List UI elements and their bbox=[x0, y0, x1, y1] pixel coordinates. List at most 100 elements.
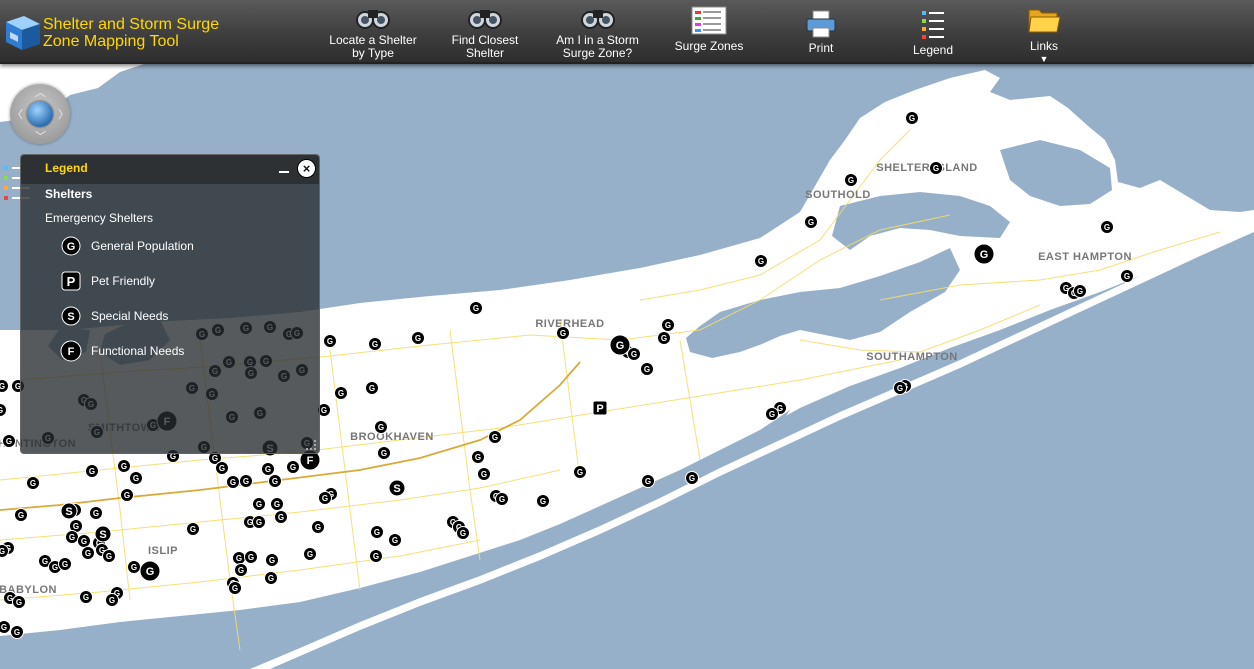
general-population-shelter-marker[interactable]: G bbox=[369, 549, 383, 563]
general-population-shelter-marker[interactable]: G bbox=[374, 420, 388, 434]
general-population-shelter-marker[interactable]: G bbox=[264, 571, 278, 585]
general-population-shelter-marker[interactable]: G bbox=[85, 464, 99, 478]
general-population-shelter-marker[interactable]: G bbox=[58, 557, 72, 571]
general-population-shelter-marker[interactable]: G bbox=[685, 471, 699, 485]
pan-right-arrow-icon[interactable]: 〉 bbox=[58, 106, 69, 122]
general-population-shelter-marker[interactable]: G bbox=[495, 492, 509, 506]
general-population-shelter-marker[interactable]: G bbox=[244, 550, 258, 564]
general-population-shelter-marker[interactable]: G bbox=[318, 491, 332, 505]
general-population-shelter-marker[interactable]: G bbox=[2, 434, 16, 448]
general-population-shelter-marker[interactable]: G bbox=[311, 520, 325, 534]
general-population-shelter-marker[interactable]: G bbox=[12, 595, 26, 609]
general-population-shelter-marker[interactable]: G bbox=[377, 446, 391, 460]
close-icon[interactable]: × bbox=[297, 159, 316, 178]
general-population-shelter-marker[interactable]: G bbox=[973, 243, 995, 265]
general-population-shelter-marker[interactable]: G bbox=[641, 474, 655, 488]
general-population-shelter-marker[interactable]: G bbox=[1100, 220, 1114, 234]
general-population-shelter-marker[interactable]: G bbox=[844, 173, 858, 187]
general-population-shelter-marker[interactable]: G bbox=[81, 546, 95, 560]
general-population-shelter-marker[interactable]: G bbox=[469, 301, 483, 315]
general-population-shelter-marker[interactable]: G bbox=[573, 465, 587, 479]
general-population-shelter-marker[interactable]: G bbox=[929, 161, 943, 175]
general-population-shelter-marker[interactable]: G bbox=[226, 475, 240, 489]
general-population-shelter-marker[interactable]: G bbox=[754, 254, 768, 268]
find-closest-shelter-button[interactable]: Find Closest Shelter bbox=[440, 4, 530, 60]
general-population-shelter-marker[interactable]: G bbox=[0, 620, 11, 634]
general-population-shelter-marker[interactable]: G bbox=[609, 334, 631, 356]
pan-down-arrow-icon[interactable]: ﹀ bbox=[35, 128, 46, 144]
locate-shelter-by-type-button[interactable]: Locate a Shelter by Type bbox=[325, 4, 421, 60]
pan-navigation-control[interactable]: ︿ 〈 〉 ﹀ bbox=[10, 84, 70, 144]
general-population-shelter-marker[interactable]: G bbox=[77, 534, 91, 548]
pan-left-arrow-icon[interactable]: 〈 bbox=[12, 106, 23, 122]
general-population-shelter-marker[interactable]: G bbox=[234, 563, 248, 577]
general-population-shelter-marker[interactable]: G bbox=[0, 379, 9, 393]
general-population-shelter-marker[interactable]: G bbox=[323, 334, 337, 348]
general-population-shelter-marker[interactable]: G bbox=[893, 381, 907, 395]
general-population-shelter-marker[interactable]: G bbox=[368, 337, 382, 351]
storm-surge-zone-check-button[interactable]: Am I in a Storm Surge Zone? bbox=[550, 4, 645, 60]
general-population-shelter-marker[interactable]: G bbox=[252, 497, 266, 511]
links-dropdown-button[interactable]: Links ▼ bbox=[1022, 4, 1066, 66]
general-population-shelter-marker[interactable]: G bbox=[471, 450, 485, 464]
general-population-shelter-marker[interactable]: G bbox=[1073, 284, 1087, 298]
general-population-shelter-marker[interactable]: G bbox=[334, 386, 348, 400]
general-population-shelter-marker[interactable]: G bbox=[640, 362, 654, 376]
legend-resize-handle[interactable] bbox=[306, 440, 316, 450]
general-population-shelter-marker[interactable]: G bbox=[105, 593, 119, 607]
full-extent-globe-icon[interactable] bbox=[27, 101, 53, 127]
minimize-icon[interactable] bbox=[279, 168, 289, 173]
special-needs-shelter-marker[interactable]: S bbox=[388, 479, 406, 497]
general-population-shelter-marker[interactable]: G bbox=[261, 462, 275, 476]
general-population-shelter-marker[interactable]: G bbox=[89, 506, 103, 520]
general-population-shelter-marker[interactable]: G bbox=[26, 476, 40, 490]
general-population-shelter-marker[interactable]: G bbox=[274, 510, 288, 524]
general-population-shelter-marker[interactable]: G bbox=[252, 515, 266, 529]
general-population-shelter-marker[interactable]: G bbox=[228, 581, 242, 595]
general-population-shelter-marker[interactable]: G bbox=[65, 530, 79, 544]
general-population-shelter-marker[interactable]: G bbox=[139, 560, 161, 582]
general-population-shelter-marker[interactable]: G bbox=[1120, 269, 1134, 283]
general-population-shelter-marker[interactable]: G bbox=[232, 551, 246, 565]
general-population-shelter-marker[interactable]: G bbox=[10, 625, 24, 639]
general-population-shelter-marker[interactable]: G bbox=[270, 497, 284, 511]
general-population-shelter-marker[interactable]: G bbox=[102, 549, 116, 563]
general-population-shelter-marker[interactable]: G bbox=[127, 560, 141, 574]
general-population-shelter-marker[interactable]: G bbox=[456, 526, 470, 540]
general-population-shelter-marker[interactable]: G bbox=[120, 488, 134, 502]
general-population-shelter-marker[interactable]: G bbox=[536, 494, 550, 508]
print-button[interactable]: Print bbox=[796, 10, 846, 55]
general-population-shelter-marker[interactable]: G bbox=[804, 215, 818, 229]
pet-friendly-shelter-marker[interactable]: P bbox=[592, 400, 608, 416]
general-population-shelter-marker[interactable]: G bbox=[129, 471, 143, 485]
general-population-shelter-marker[interactable]: G bbox=[14, 508, 28, 522]
general-population-shelter-marker[interactable]: G bbox=[0, 544, 9, 558]
special-needs-shelter-marker[interactable]: S bbox=[60, 502, 78, 520]
general-population-shelter-marker[interactable]: G bbox=[365, 381, 379, 395]
legend-button[interactable]: Legend bbox=[906, 8, 960, 57]
general-population-shelter-marker[interactable]: G bbox=[661, 318, 675, 332]
general-population-shelter-marker[interactable]: G bbox=[411, 331, 425, 345]
general-population-shelter-marker[interactable]: G bbox=[186, 522, 200, 536]
general-population-shelter-marker[interactable]: G bbox=[765, 407, 779, 421]
general-population-shelter-marker[interactable]: G bbox=[215, 461, 229, 475]
general-population-shelter-marker[interactable]: G bbox=[388, 533, 402, 547]
general-population-shelter-marker[interactable]: G bbox=[239, 474, 253, 488]
surge-zones-button[interactable]: Surge Zones bbox=[669, 6, 749, 53]
general-population-shelter-marker[interactable]: G bbox=[657, 331, 671, 345]
special-needs-shelter-marker[interactable]: S bbox=[94, 525, 112, 543]
svg-text:G: G bbox=[219, 464, 225, 473]
general-population-shelter-marker[interactable]: G bbox=[905, 111, 919, 125]
general-population-shelter-marker[interactable]: G bbox=[303, 547, 317, 561]
general-population-shelter-marker[interactable]: G bbox=[477, 467, 491, 481]
pan-up-arrow-icon[interactable]: ︿ bbox=[35, 84, 46, 100]
general-population-shelter-marker[interactable]: G bbox=[268, 474, 282, 488]
general-population-shelter-marker[interactable]: G bbox=[265, 553, 279, 567]
general-population-shelter-marker[interactable]: G bbox=[488, 430, 502, 444]
general-population-shelter-marker[interactable]: G bbox=[556, 326, 570, 340]
general-population-shelter-marker[interactable]: G bbox=[286, 460, 300, 474]
legend-panel-header[interactable]: Legend × bbox=[21, 155, 319, 184]
general-population-shelter-marker[interactable]: G bbox=[117, 459, 131, 473]
general-population-shelter-marker[interactable]: G bbox=[370, 525, 384, 539]
general-population-shelter-marker[interactable]: G bbox=[79, 590, 93, 604]
